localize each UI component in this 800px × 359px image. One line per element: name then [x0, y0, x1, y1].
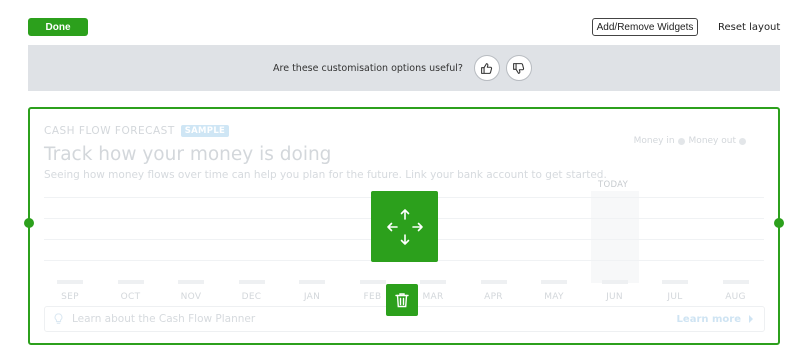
month-label: AUG — [725, 292, 746, 302]
chart-bar — [178, 280, 204, 284]
chart-bar — [541, 280, 567, 284]
feedback-question: Are these customisation options useful? — [273, 62, 463, 74]
move-widget-button[interactable] — [371, 191, 438, 262]
chevron-right-icon — [749, 315, 753, 323]
move-arrows-icon — [386, 208, 423, 245]
legend-money-out-dot — [739, 137, 746, 145]
today-label: TODAY — [598, 180, 629, 190]
chart-bar — [57, 280, 83, 284]
month-label: JUL — [667, 292, 683, 302]
trash-icon — [395, 293, 409, 308]
month-label: SEP — [61, 292, 79, 302]
learn-more-label: Learn more — [676, 313, 741, 325]
learn-text: Learn about the Cash Flow Planner — [72, 313, 256, 325]
chart-bar — [480, 280, 507, 284]
legend-money-out: Money out — [688, 136, 736, 146]
month-label: MAR — [422, 292, 444, 302]
widget-headline: Track how your money is doing — [44, 144, 332, 165]
today-column — [591, 191, 639, 283]
widget-subtitle: Seeing how money flows over time can hel… — [44, 169, 607, 181]
learn-more-link[interactable]: Learn more — [677, 314, 756, 325]
month-label: MAY — [544, 292, 564, 302]
resize-handle-right[interactable] — [774, 218, 784, 228]
thumbs-down-button[interactable] — [505, 55, 532, 81]
thumbs-up-button[interactable] — [473, 55, 500, 81]
month-label: JUN — [606, 292, 623, 302]
lightbulb-icon — [54, 313, 63, 324]
month-label: NOV — [180, 292, 202, 302]
feedback-banner: Are these customisation options useful? — [28, 45, 780, 91]
month-label: JAN — [303, 292, 321, 302]
legend-money-in: Money in — [633, 136, 675, 146]
month-label: DEC — [241, 292, 262, 302]
reset-layout-link[interactable]: Reset layout — [718, 18, 780, 36]
chart-bar — [359, 280, 386, 284]
resize-handle-left[interactable] — [24, 218, 34, 228]
legend-money-in-dot — [677, 137, 685, 145]
month-label: APR — [484, 292, 503, 302]
sample-badge: SAMPLE — [180, 125, 230, 137]
chart-legend: Money in Money out — [634, 136, 750, 146]
chart-bar — [238, 280, 265, 284]
widget-title: CASH FLOW FORECAST — [44, 125, 175, 137]
chart-bar — [299, 280, 325, 284]
month-label: OCT — [120, 292, 141, 302]
chart-bar — [117, 280, 144, 284]
chart-bar — [662, 280, 688, 284]
widget-title-row: CASH FLOW FORECAST SAMPLE — [44, 125, 230, 137]
chart-bar — [420, 280, 446, 284]
chart-bar — [722, 280, 749, 284]
add-remove-widgets-button[interactable]: Add/Remove Widgets — [592, 18, 698, 36]
delete-widget-button[interactable] — [386, 284, 418, 316]
thumbs-up-icon — [481, 62, 493, 74]
thumbs-down-icon — [513, 62, 525, 74]
chart-bar — [601, 280, 628, 284]
customise-dashboard-page: Done Add/Remove Widgets Reset layout Are… — [0, 0, 800, 359]
done-button[interactable]: Done — [28, 18, 88, 36]
